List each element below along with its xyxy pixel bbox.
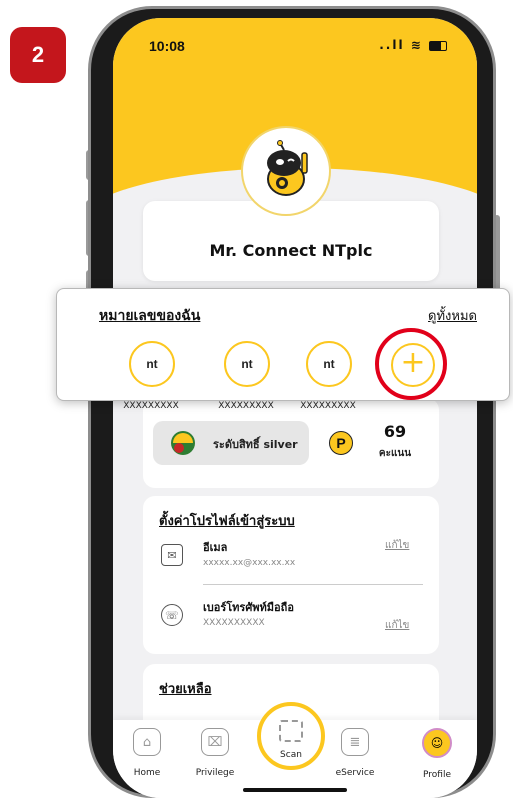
step-badge: 2 xyxy=(10,27,66,83)
points-value: 69 xyxy=(383,422,407,441)
home-icon: ⌂ xyxy=(133,728,161,756)
number-label: XXXXXXXXX xyxy=(123,401,179,411)
number-label: XXXXXXXXX xyxy=(300,401,356,411)
settings-divider xyxy=(203,584,423,585)
login-settings-title: ตั้งค่าโปรไฟล์เข้าสู่ระบบ xyxy=(159,514,295,529)
nav-home[interactable]: ⌂ Home xyxy=(117,728,177,778)
points-card: ระดับสิทธิ์ silver P 69 คะแนน xyxy=(143,398,439,488)
status-icons: ..ll ≋ xyxy=(379,38,447,52)
signal-icon: ..ll xyxy=(379,38,405,52)
gift-icon: ⌧ xyxy=(201,728,229,756)
nav-privilege-label: Privilege xyxy=(195,768,235,778)
my-numbers-title: หมายเลขของฉัน xyxy=(99,308,201,324)
help-title: ช่วยเหลือ xyxy=(159,682,212,697)
mail-icon: ✉ xyxy=(161,544,183,566)
nt-logo-icon[interactable]: nt xyxy=(224,341,270,387)
nav-profile[interactable]: ☺ Profile xyxy=(407,728,467,780)
nav-eservice-label: eService xyxy=(335,768,375,778)
status-time: 10:08 xyxy=(149,38,185,54)
battery-icon xyxy=(429,40,447,51)
tier-label: ระดับสิทธิ์ silver xyxy=(213,438,298,451)
home-indicator xyxy=(243,788,347,792)
scan-label: Scan xyxy=(280,750,302,760)
phone-icon: ☏ xyxy=(161,604,183,626)
number-label: XXXXXXXXX xyxy=(218,401,274,411)
highlight-ring xyxy=(375,328,447,400)
mobile-value: XXXXXXXXXX xyxy=(203,618,265,628)
tier-pill[interactable]: ระดับสิทธิ์ silver xyxy=(153,421,309,465)
nt-logo-icon[interactable]: nt xyxy=(129,341,175,387)
email-value: xxxxx.xx@xxx.xx.xx xyxy=(203,558,296,568)
avatar[interactable] xyxy=(241,126,331,216)
nt-logo-icon[interactable]: nt xyxy=(306,341,352,387)
scan-button[interactable]: Scan xyxy=(257,702,325,770)
nav-home-label: Home xyxy=(133,768,161,778)
nav-eservice[interactable]: ≣ eService xyxy=(325,728,385,778)
scan-icon xyxy=(279,720,303,742)
view-all-link[interactable]: ดูทั้งหมด xyxy=(428,305,477,326)
login-settings-card: ตั้งค่าโปรไฟล์เข้าสู่ระบบ ✉ อีเมล xxxxx.… xyxy=(143,496,439,654)
profile-name: Mr. Connect NTplc xyxy=(209,241,373,260)
wifi-icon: ≋ xyxy=(410,38,423,52)
points-unit: คะแนน xyxy=(378,448,412,459)
points-icon: P xyxy=(329,431,353,455)
profile-icon: ☺ xyxy=(422,728,452,758)
nav-profile-label: Profile xyxy=(423,770,451,780)
silver-tier-icon xyxy=(171,431,195,455)
edit-email-link[interactable]: แก้ไข xyxy=(385,538,409,553)
eservice-icon: ≣ xyxy=(341,728,369,756)
email-label: อีเมล xyxy=(203,541,228,554)
nav-privilege[interactable]: ⌧ Privilege xyxy=(185,728,245,778)
mobile-label: เบอร์โทรศัพท์มือถือ xyxy=(203,601,294,614)
edit-mobile-link[interactable]: แก้ไข xyxy=(385,618,409,633)
robot-mascot-icon xyxy=(267,140,308,196)
my-numbers-panel: หมายเลขของฉัน ดูทั้งหมด nt XXXXXXXXX nt … xyxy=(56,288,510,411)
